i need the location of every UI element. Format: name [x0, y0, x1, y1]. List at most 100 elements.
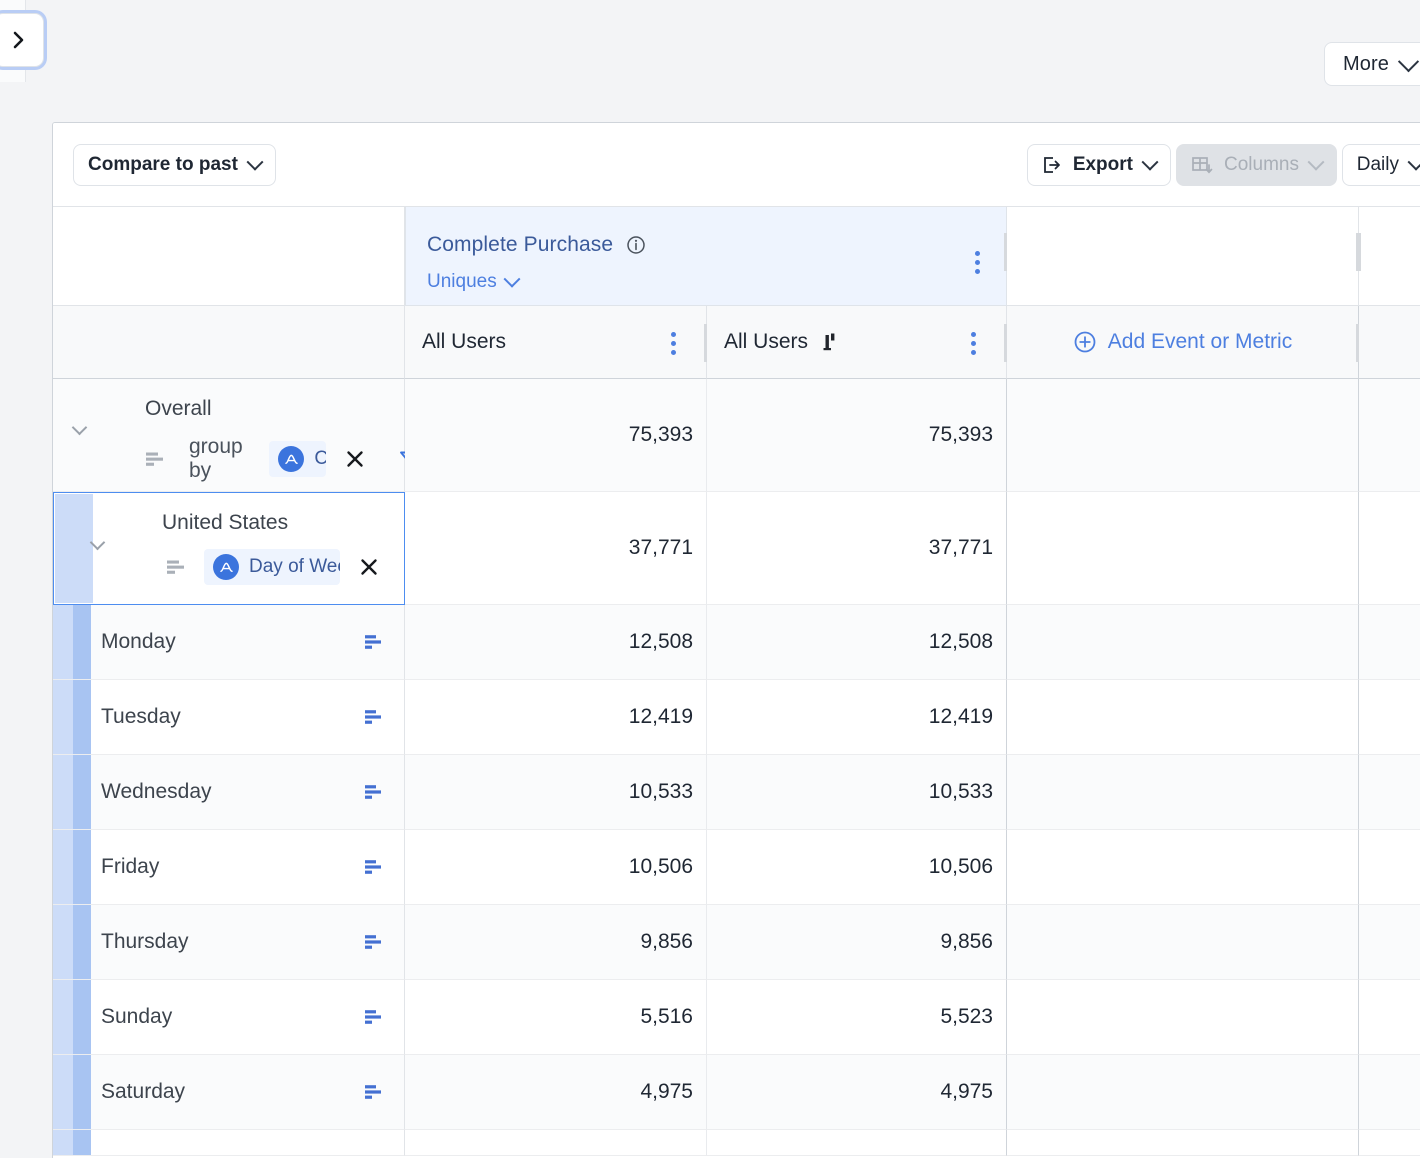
- columns-label: Columns: [1224, 154, 1299, 176]
- metric-value: 10,533: [629, 780, 693, 804]
- chevron-right-icon: [11, 29, 27, 51]
- sort-bars-icon[interactable]: [363, 1008, 385, 1026]
- metric-value: 10,506: [629, 855, 693, 879]
- chevron-down-icon: [246, 154, 263, 171]
- metric-cell: 12,419: [707, 680, 1007, 755]
- info-icon[interactable]: [626, 235, 646, 255]
- row-indicator-outer: [53, 605, 73, 679]
- group-by-chip-label: Day of Wee: [249, 556, 340, 578]
- empty-cell: [1359, 980, 1420, 1055]
- metric-cell: 37,771: [707, 492, 1007, 605]
- sort-bars-icon[interactable]: [363, 1083, 385, 1101]
- close-icon[interactable]: [358, 556, 380, 578]
- compare-to-past-button[interactable]: Compare to past: [73, 144, 276, 186]
- metric-group-header: Complete Purchase Uniques: [405, 207, 1007, 306]
- interval-button[interactable]: Daily: [1342, 144, 1420, 186]
- metric-value: 37,771: [629, 536, 693, 560]
- add-event-or-metric-label: Add Event or Metric: [1108, 330, 1292, 354]
- column-kebab-menu[interactable]: [971, 332, 976, 355]
- row-indicator-inner: [73, 980, 91, 1054]
- group-expand-toggle[interactable]: [92, 537, 108, 553]
- chevron-down-icon: [1142, 154, 1159, 171]
- interval-label: Daily: [1357, 154, 1399, 176]
- column-header-all-users-1[interactable]: All Users: [405, 306, 707, 379]
- table-row: Sunday 5,516 5,523: [53, 980, 1420, 1055]
- metric-value: 12,419: [629, 705, 693, 729]
- more-button[interactable]: More: [1324, 42, 1420, 86]
- day-label-cell[interactable]: Saturday: [53, 1055, 405, 1130]
- column-kebab-menu[interactable]: [671, 332, 676, 355]
- column-header-all-users-2[interactable]: All Users: [707, 306, 1007, 379]
- metric-cell: 12,419: [405, 680, 707, 755]
- sort-bars-icon[interactable]: [363, 858, 385, 876]
- segment-corner-cell: [53, 306, 405, 379]
- day-label: Thursday: [101, 930, 189, 954]
- metric-value: 37,771: [929, 536, 993, 560]
- measure-label: Uniques: [427, 271, 497, 293]
- day-label-cell[interactable]: Monday: [53, 605, 405, 680]
- group-label-cell: Overall group by: [53, 379, 405, 492]
- add-event-or-metric-button[interactable]: Add Event or Metric: [1007, 306, 1359, 379]
- metric-value: 5,523: [940, 1005, 993, 1029]
- empty-cell: [1007, 492, 1359, 605]
- empty-cell: [1007, 605, 1359, 680]
- group-by-chip[interactable]: Day of Wee: [204, 549, 340, 585]
- chevron-down-icon: [1408, 154, 1420, 171]
- metric-cell: 4,975: [707, 1055, 1007, 1130]
- day-label-cell[interactable]: Friday: [53, 830, 405, 905]
- plus-circle-icon: [1073, 330, 1097, 354]
- measure-selector[interactable]: Uniques: [427, 271, 518, 293]
- sort-bars-icon[interactable]: [363, 708, 385, 726]
- empty-cell: [1359, 605, 1420, 680]
- column-resize-handle[interactable]: [1356, 233, 1361, 271]
- group-by-chip-label: C: [314, 448, 326, 470]
- metric-title: Complete Purchase: [427, 233, 613, 257]
- metric-value: 12,508: [929, 630, 993, 654]
- columns-button[interactable]: Columns: [1176, 144, 1337, 186]
- export-label: Export: [1073, 154, 1133, 176]
- empty-cell: [1007, 830, 1359, 905]
- sort-bars-icon[interactable]: [166, 558, 188, 576]
- metric-kebab-menu[interactable]: [975, 251, 980, 274]
- row-indicator-inner: [73, 1130, 91, 1155]
- close-icon[interactable]: [344, 448, 366, 470]
- metric-cell: 9,856: [405, 905, 707, 980]
- group-label-cell[interactable]: United States: [53, 492, 405, 605]
- segment-tail-cell: [1359, 306, 1420, 379]
- row-indicator-outer: [53, 1130, 73, 1155]
- sort-bars-icon[interactable]: [145, 450, 167, 468]
- card-toolbar: Compare to past Export: [53, 123, 1420, 207]
- empty-cell: [1359, 1055, 1420, 1130]
- sort-bars-icon[interactable]: [363, 783, 385, 801]
- metric-value: 75,393: [929, 423, 993, 447]
- row-indicator-inner: [73, 605, 91, 679]
- chevron-down-icon: [1398, 51, 1419, 72]
- day-label-cell[interactable]: Sunday: [53, 980, 405, 1055]
- table-row: Monday 12,508 12,508: [53, 605, 1420, 680]
- export-button[interactable]: Export: [1027, 144, 1171, 186]
- metric-value: 12,508: [629, 630, 693, 654]
- sort-bars-icon[interactable]: [363, 933, 385, 951]
- metric-cell: 9,856: [707, 905, 1007, 980]
- metric-value: 9,856: [940, 930, 993, 954]
- group-by-chip[interactable]: C: [269, 441, 326, 477]
- row-indicator-outer: [53, 680, 73, 754]
- empty-cell: [1007, 1130, 1359, 1156]
- day-label-cell[interactable]: Wednesday: [53, 755, 405, 830]
- group-expand-toggle[interactable]: [74, 422, 90, 438]
- day-label-cell[interactable]: Tuesday: [53, 680, 405, 755]
- row-indicator-outer: [53, 905, 73, 979]
- table-row-group-united-states: United States: [53, 492, 1420, 605]
- metric-value: 75,393: [629, 423, 693, 447]
- metric-cell: 37,771: [405, 492, 707, 605]
- sort-bars-icon[interactable]: [363, 633, 385, 651]
- metric-cell: 12,508: [405, 605, 707, 680]
- table-row-group-overall: Overall group by: [53, 379, 1420, 492]
- day-label-cell[interactable]: Thursday: [53, 905, 405, 980]
- table-row: Tuesday 12,419 12,419: [53, 680, 1420, 755]
- day-label: Monday: [101, 630, 176, 654]
- metric-value: 5,516: [640, 1005, 693, 1029]
- metric-value: 10,506: [929, 855, 993, 879]
- metric-cell: 10,506: [707, 830, 1007, 905]
- empty-cell: [1007, 755, 1359, 830]
